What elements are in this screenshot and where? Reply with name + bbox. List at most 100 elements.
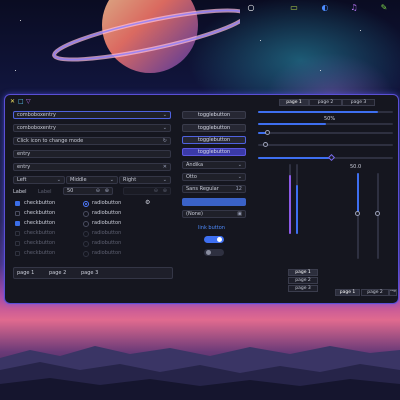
star xyxy=(360,30,361,31)
radiobutton-label: radiobutton xyxy=(92,220,122,226)
slider-track-1 xyxy=(258,132,393,134)
plus-icon: ⊕ xyxy=(162,188,167,194)
radiobutton-label: radiobutton xyxy=(92,250,122,256)
chevron-down-icon[interactable]: ⌄ xyxy=(163,112,167,118)
font-combo-2-text: Otto xyxy=(186,174,197,180)
checkbutton-label: checkbutton xyxy=(24,210,56,216)
vertical-slider-1-fill xyxy=(357,173,359,213)
scale-label: 50.0 xyxy=(350,164,362,170)
tab-top-page-2[interactable]: page 2 xyxy=(309,99,342,106)
vertical-progress-1-fill xyxy=(289,175,291,234)
music-icon[interactable]: ♫ xyxy=(348,2,360,12)
radiobutton-label: radiobutton xyxy=(92,230,122,236)
font-size: 12 xyxy=(235,186,242,192)
tab-page-2[interactable]: page 2 xyxy=(49,270,66,276)
combo-entry-2[interactable]: comboboxentry ⌄ xyxy=(13,124,171,132)
tab-side-page-2[interactable]: page 2 xyxy=(288,277,318,284)
radiobutton-label: radiobutton xyxy=(92,200,122,206)
vertical-slider-1-knob[interactable] xyxy=(355,211,360,216)
close-icon[interactable]: ✕ xyxy=(10,98,15,105)
minus-icon[interactable]: ⊖ xyxy=(96,188,100,194)
align-middle-combo[interactable]: Middle ⌄ xyxy=(66,176,118,184)
tab-top-page-3[interactable]: page 3 xyxy=(342,99,375,106)
font-button[interactable]: Sans Regular 12 xyxy=(182,185,246,193)
radio-unselected[interactable] xyxy=(83,221,89,227)
checkbutton-label: checkbutton xyxy=(24,250,56,256)
tab-top-page-1[interactable]: page 1 xyxy=(279,99,309,106)
tab-bottom-page-1[interactable]: page 1 xyxy=(335,289,360,296)
combo-entry-2-text: comboboxentry xyxy=(17,125,57,131)
checkbox-mixed[interactable] xyxy=(15,221,20,226)
slider-knob-3[interactable] xyxy=(327,153,336,162)
entry-2-text: entry xyxy=(17,164,31,170)
planet-illustration xyxy=(52,0,240,73)
widget-factory-window: ✕ □ ▽ comboboxentry ⌄ comboboxentry ⌄ Cl… xyxy=(4,94,399,304)
browser-icon[interactable]: ◐ xyxy=(318,2,332,12)
font-combo-1-text: Andika xyxy=(186,162,204,168)
radio-disabled xyxy=(83,241,89,247)
font-button-text: Sans Regular xyxy=(186,186,219,192)
tab-page-1[interactable]: page 1 xyxy=(17,270,34,276)
mode-entry-text: Click icon to change mode xyxy=(17,138,84,144)
toggle-button-1[interactable]: togglebutton xyxy=(182,111,246,119)
chevron-down-icon[interactable]: ⌄ xyxy=(163,125,167,131)
chevron-down-icon: ⌄ xyxy=(237,174,242,180)
progress-bar-fill xyxy=(258,123,326,125)
file-chooser-text: (None) xyxy=(186,211,203,217)
maximize-icon[interactable]: □ xyxy=(18,98,24,105)
label-2: Label xyxy=(38,189,52,195)
toggle-button-3[interactable]: togglebutton xyxy=(182,136,246,144)
radio-selected[interactable] xyxy=(83,201,89,207)
switch-on[interactable] xyxy=(204,236,224,243)
files-icon[interactable]: ▭ xyxy=(288,2,300,12)
chevron-down-icon: ⌄ xyxy=(237,162,242,168)
link-button[interactable]: link button xyxy=(198,225,225,231)
radio-unselected[interactable] xyxy=(83,211,89,217)
toggle-button-2[interactable]: togglebutton xyxy=(182,124,246,132)
tab-bottom-page-2[interactable]: page 2 xyxy=(361,289,389,296)
star xyxy=(20,20,21,21)
file-chooser-button[interactable]: (None) ▣ xyxy=(182,210,246,218)
align-left-combo[interactable]: Left ⌄ xyxy=(13,176,65,184)
tab-page-3[interactable]: page 3 xyxy=(81,270,98,276)
tab-side-page-3[interactable]: page 3 xyxy=(288,285,318,292)
edit-icon[interactable]: ✎ xyxy=(378,2,390,12)
checkbutton-label: checkbutton xyxy=(24,230,56,236)
plus-icon[interactable]: ⊕ xyxy=(105,188,109,194)
checkbox-checked[interactable] xyxy=(15,201,20,206)
combo-entry-1[interactable]: comboboxentry ⌄ xyxy=(13,111,171,119)
clear-icon[interactable]: ✕ xyxy=(163,164,167,170)
radiobutton-label: radiobutton xyxy=(92,210,122,216)
switch-off[interactable] xyxy=(204,249,224,256)
font-combo-2[interactable]: Otto ⌄ xyxy=(182,173,246,181)
tab-bottom-page-3[interactable]: page 3 xyxy=(389,289,397,296)
toggle-button-4-active[interactable]: togglebutton xyxy=(182,148,246,156)
entry-2[interactable]: entry ✕ xyxy=(13,163,171,171)
minimize-icon[interactable]: ▽ xyxy=(26,98,31,105)
switch-knob xyxy=(217,237,222,242)
star xyxy=(15,70,16,71)
vertical-slider-2-knob[interactable] xyxy=(375,211,380,216)
refresh-icon[interactable]: ↻ xyxy=(163,138,167,144)
combo-entry-1-text: comboboxentry xyxy=(17,112,57,118)
color-button[interactable] xyxy=(182,198,246,206)
checkbox-disabled xyxy=(15,231,20,236)
checkbutton-label: checkbutton xyxy=(24,200,56,206)
font-combo-1[interactable]: Andika ⌄ xyxy=(182,161,246,169)
settings-icon[interactable]: ⚙ xyxy=(145,199,150,206)
align-right-combo[interactable]: Right ⌄ xyxy=(119,176,171,184)
power-icon[interactable]: ○ xyxy=(246,2,256,12)
switch-knob xyxy=(206,250,211,255)
mountains-illustration xyxy=(0,346,400,400)
align-middle-label: Middle xyxy=(70,177,87,183)
align-right-label: Right xyxy=(123,177,137,183)
slider-fill-3 xyxy=(258,157,330,159)
checkbox-unchecked[interactable] xyxy=(15,211,20,216)
slider-track-2 xyxy=(258,144,393,146)
tab-side-page-1[interactable]: page 1 xyxy=(288,269,318,276)
entry-1[interactable]: entry xyxy=(13,150,171,158)
slider-knob-2[interactable] xyxy=(263,142,268,147)
slider-knob-1[interactable] xyxy=(265,130,270,135)
spin-button[interactable]: 50 ⊖ ⊕ xyxy=(63,187,113,195)
mode-entry[interactable]: Click icon to change mode ↻ xyxy=(13,137,171,145)
